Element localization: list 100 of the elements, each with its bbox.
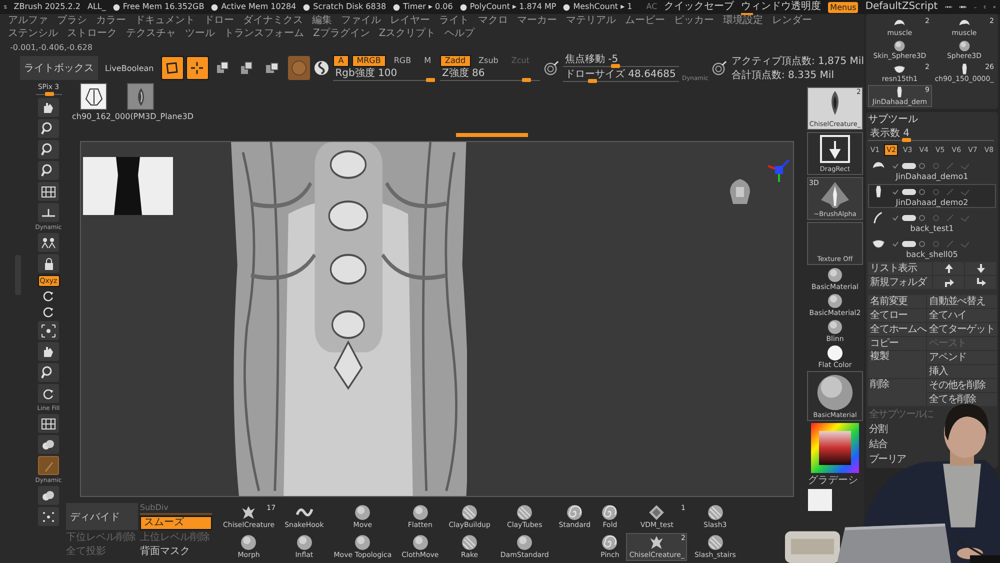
subtool-action-button[interactable]: 全てロー [868, 309, 926, 322]
menu-item[interactable]: ヘルプ [444, 28, 475, 40]
shelf-button[interactable] [38, 486, 59, 505]
shelf-button[interactable] [38, 363, 59, 382]
move-up-button[interactable] [933, 262, 964, 275]
shelf-button[interactable] [38, 98, 59, 117]
menu-item[interactable]: ドロー [204, 15, 234, 27]
shelf-button[interactable] [38, 119, 59, 138]
slider-thumb[interactable] [44, 92, 54, 96]
shelf-button[interactable] [38, 203, 59, 222]
menu-item[interactable]: ダイナミクス [243, 15, 303, 27]
visibility-toggles-icon[interactable] [891, 240, 971, 248]
swirl-icon[interactable] [314, 60, 330, 76]
brush-circle-icon[interactable] [544, 60, 559, 76]
mode-button[interactable] [160, 56, 184, 80]
subtool-action-button[interactable]: 挿入 [927, 365, 997, 378]
z-intensity-slider[interactable]: Z強度 86 [440, 68, 540, 82]
smooth-toggle[interactable]: スムーズ [140, 516, 212, 530]
layout-icon[interactable] [944, 3, 952, 11]
maximize-icon[interactable] [984, 3, 986, 11]
subtool-item[interactable]: JinDahaad_demo2 [868, 184, 996, 208]
section-header[interactable]: ブーリア [868, 453, 906, 466]
z-mode-toggle[interactable]: Zadd [440, 54, 471, 66]
divide-button[interactable]: ディバイド [66, 503, 138, 530]
slider-thumb[interactable] [902, 138, 911, 142]
shelf-button[interactable] [38, 384, 59, 403]
opacity-slider[interactable]: ウィンドウ透明度 [741, 0, 822, 14]
channel-toggle[interactable]: A [333, 54, 349, 66]
shelf-button[interactable] [38, 342, 59, 361]
menu-item[interactable]: ファイル [341, 15, 381, 27]
menu-item[interactable]: ピッカー [674, 15, 714, 27]
color-swatch[interactable] [808, 489, 832, 511]
section-header[interactable]: 結合 [868, 438, 888, 451]
brush-circle-icon[interactable] [712, 60, 728, 76]
title-button[interactable]: DefaultZScript [865, 1, 938, 13]
visible-count-slider[interactable]: 表示数 4 [868, 128, 994, 142]
channel-toggle[interactable]: RGB [388, 54, 416, 66]
menu-item[interactable]: レイヤー [390, 15, 430, 27]
layout-icon[interactable] [959, 3, 967, 11]
shelf-button[interactable] [38, 254, 59, 273]
lightbox-button[interactable]: ライトボックス [20, 56, 98, 80]
menu-item[interactable]: トランスフォーム [224, 28, 304, 40]
section-header[interactable]: 分割 [868, 423, 888, 436]
menu-item[interactable]: 環境設定 [723, 15, 763, 27]
menu-item[interactable]: ドキュメント [135, 15, 195, 27]
subtool-action-button[interactable]: アペンド [927, 351, 997, 364]
slider-thumb[interactable] [611, 64, 620, 68]
subtool-item[interactable]: back_shell05 [868, 236, 996, 260]
shelf-button[interactable] [38, 414, 59, 433]
subdiv-action[interactable]: 背面マスク [140, 546, 212, 558]
menu-item[interactable]: ステンシル [8, 28, 58, 40]
menu-item[interactable]: マーカー [517, 15, 557, 27]
menu-item[interactable]: アルファ [8, 15, 48, 27]
menu-item[interactable]: ライト [439, 15, 469, 27]
menu-item[interactable]: 編集 [312, 15, 332, 27]
move-down-button[interactable] [965, 262, 996, 275]
subtool-action-button[interactable]: 全てホームへ [868, 323, 926, 336]
slider-thumb[interactable] [522, 78, 531, 82]
list-button[interactable]: リスト表示 [868, 262, 932, 275]
menu-item[interactable]: レンダー [772, 15, 812, 27]
navigation-cube-icon[interactable] [729, 178, 751, 206]
menu-item[interactable]: ツール [185, 28, 215, 40]
slider-thumb[interactable] [588, 78, 597, 82]
color-picker[interactable] [811, 423, 859, 473]
menu-item[interactable]: カラー [96, 15, 126, 27]
draw-size-slider[interactable]: ドローサイズ 48.64685 [562, 68, 679, 82]
menu-item[interactable]: ストローク [67, 28, 117, 40]
shelf-button[interactable] [38, 507, 59, 526]
menu-item[interactable]: Zスクリプト [378, 28, 436, 40]
subtool-action-button[interactable]: 全てターゲット [927, 323, 997, 336]
subtool-action-button[interactable]: 名前変更 [868, 295, 926, 308]
menu-item[interactable]: テクスチャ [126, 28, 176, 40]
move-in-button[interactable] [933, 276, 964, 289]
menu-item[interactable]: ムービー [625, 15, 665, 27]
shelf-button[interactable] [38, 435, 59, 454]
subtool-action-button[interactable]: 削除 [868, 379, 926, 406]
shelf-button[interactable] [38, 140, 59, 159]
visibility-toggles-icon[interactable] [891, 188, 971, 196]
menu-item[interactable]: マテリアル [566, 15, 616, 27]
live-boolean-button[interactable]: LiveBoolean [102, 56, 157, 80]
visibility-toggles-icon[interactable] [891, 162, 971, 170]
shelf-button[interactable] [38, 321, 59, 340]
focal-shift-slider[interactable]: 焦点移動 -5 [562, 54, 679, 68]
tool-thumbnail[interactable] [127, 83, 154, 110]
title-button[interactable]: クイックセーブ [664, 1, 734, 13]
move-out-button[interactable] [965, 276, 996, 289]
shelf-button[interactable] [38, 182, 59, 201]
subtool-item[interactable]: JinDahaad_demo1 [868, 158, 996, 182]
subtool-action-button[interactable]: 複製 [868, 351, 926, 378]
channel-toggle[interactable]: MRGB [352, 54, 386, 66]
z-mode-toggle[interactable]: Zsub [474, 54, 504, 66]
subtool-action-button[interactable]: 全てを削除 [927, 393, 997, 406]
visibility-toggles-icon[interactable] [891, 214, 971, 222]
subtool-action-button[interactable]: その他を削除 [927, 379, 997, 392]
slider-thumb[interactable] [426, 78, 436, 82]
menu-item[interactable]: ブラシ [57, 15, 87, 27]
rgb-intensity-slider[interactable]: Rgb強度 100 [333, 68, 434, 82]
shelf-button[interactable] [38, 161, 59, 180]
subtool-action-button[interactable]: 自動並べ替え [927, 295, 997, 308]
channel-toggle[interactable]: M [419, 54, 436, 66]
